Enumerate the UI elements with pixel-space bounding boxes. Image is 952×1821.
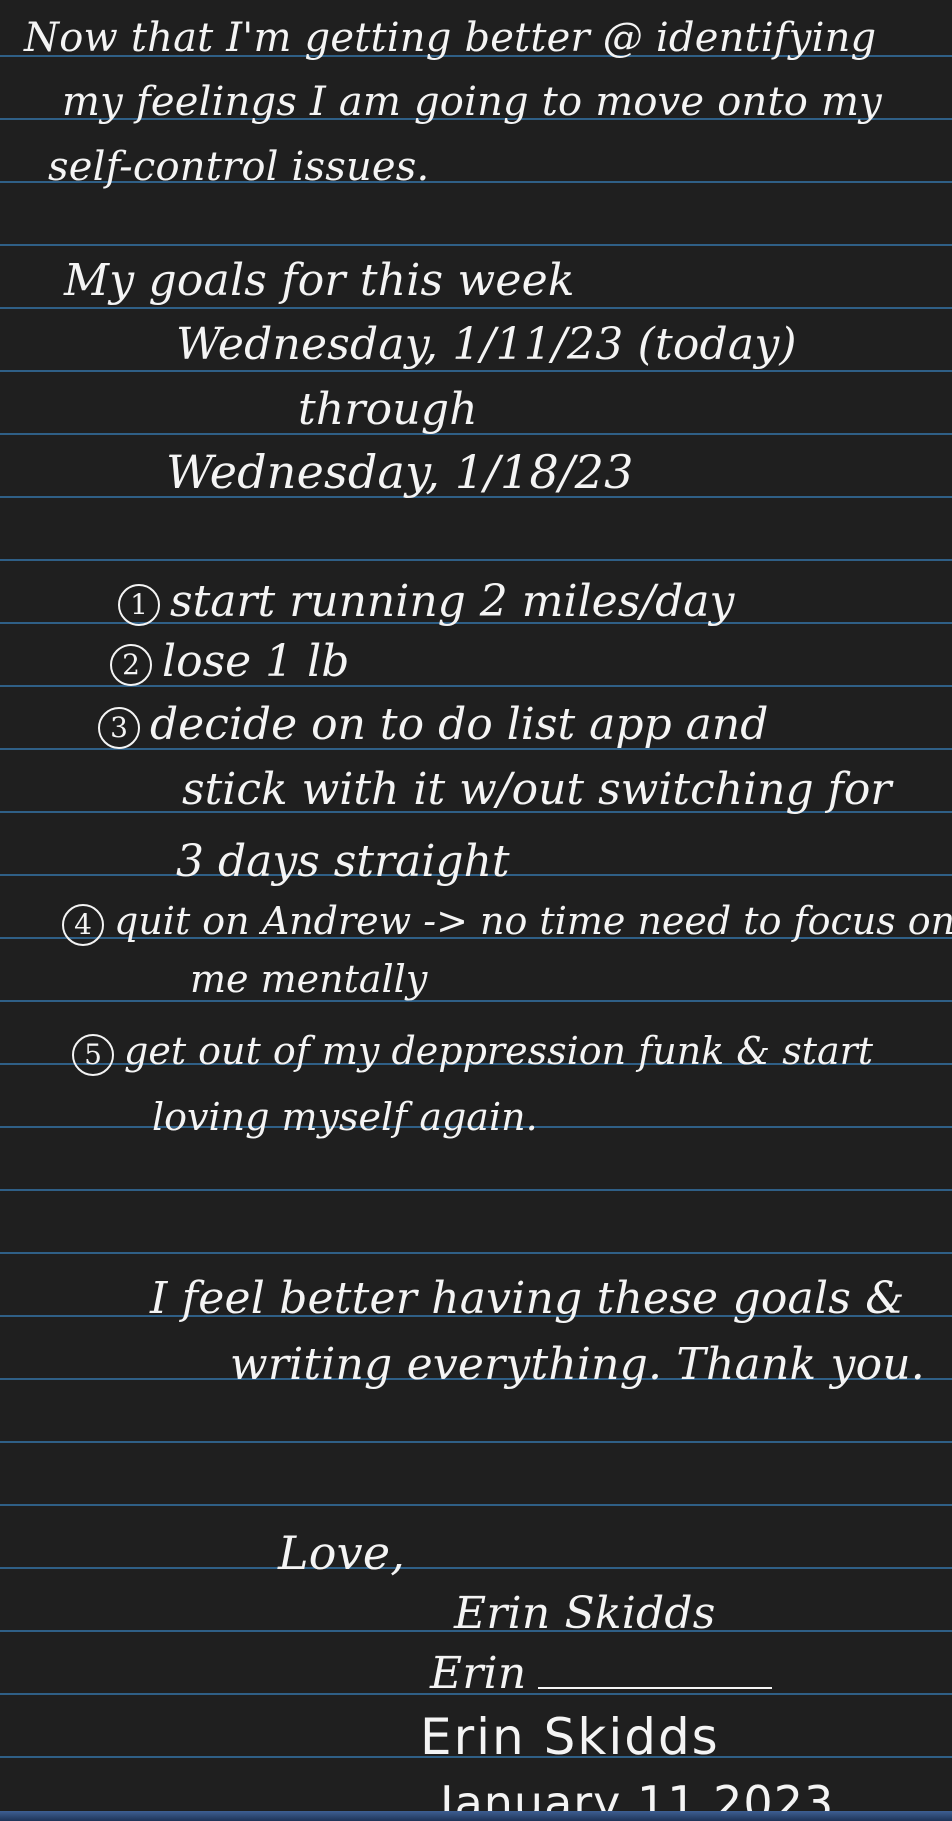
goal-text-5-line-2: loving myself again. — [152, 1095, 538, 1139]
goal-item-2: 2 lose 1 lb — [110, 640, 349, 686]
goals-date-through: through — [298, 384, 478, 435]
goal-item-1: 1 start running 2 miles/day — [118, 580, 734, 626]
closing-line-1: I feel better having these goals & — [150, 1273, 905, 1324]
goals-date-start: Wednesday, 1/11/23 (today) — [176, 319, 797, 370]
goal-number-1: 1 — [118, 583, 160, 626]
goal-item-5: 5 get out of my deppression funk & start — [72, 1032, 873, 1076]
goal-number-5: 5 — [72, 1033, 114, 1076]
signature-1: Erin Skidds — [454, 1588, 716, 1639]
goal-text-5-line-1: get out of my deppression funk & start — [124, 1029, 874, 1073]
goal-text-1: start running 2 miles/day — [170, 576, 735, 627]
bottom-scroll-bar — [0, 1811, 952, 1821]
goal-text-2: lose 1 lb — [162, 636, 350, 687]
closing-line-2: writing everything. Thank you. — [230, 1339, 925, 1390]
goal-item-4: 4 quit on Andrew -> no time need to focus… — [62, 902, 952, 946]
goal-text-3-line-3: 3 days straight — [176, 836, 510, 887]
goals-date-end: Wednesday, 1/18/23 — [166, 445, 634, 499]
signature-2: Erin — [430, 1648, 527, 1699]
goal-item-3: 3 decide on to do list app and — [98, 703, 768, 749]
intro-line-3: self-control issues. — [48, 144, 430, 190]
goal-text-4-line-2: me mentally — [190, 957, 428, 1001]
goals-heading: My goals for this week — [64, 255, 575, 306]
intro-line-1: Now that I'm getting better @ identifyin… — [24, 15, 877, 61]
goal-number-2: 2 — [110, 643, 152, 686]
goal-text-3-line-1: decide on to do list app and — [150, 699, 769, 750]
signoff-love: Love, — [278, 1526, 406, 1580]
intro-line-2: my feelings I am going to move onto my — [62, 79, 882, 125]
printed-name: Erin Skidds — [420, 1708, 720, 1766]
goal-text-3-line-2: stick with it w/out switching for — [182, 764, 892, 815]
goal-text-4-line-1: quit on Andrew -> no time need to focus … — [114, 899, 952, 943]
signature-underline — [538, 1687, 772, 1689]
goal-number-4: 4 — [62, 903, 104, 946]
lined-notebook-page: Now that I'm getting better @ identifyin… — [0, 0, 952, 1821]
goal-number-3: 3 — [98, 706, 140, 749]
